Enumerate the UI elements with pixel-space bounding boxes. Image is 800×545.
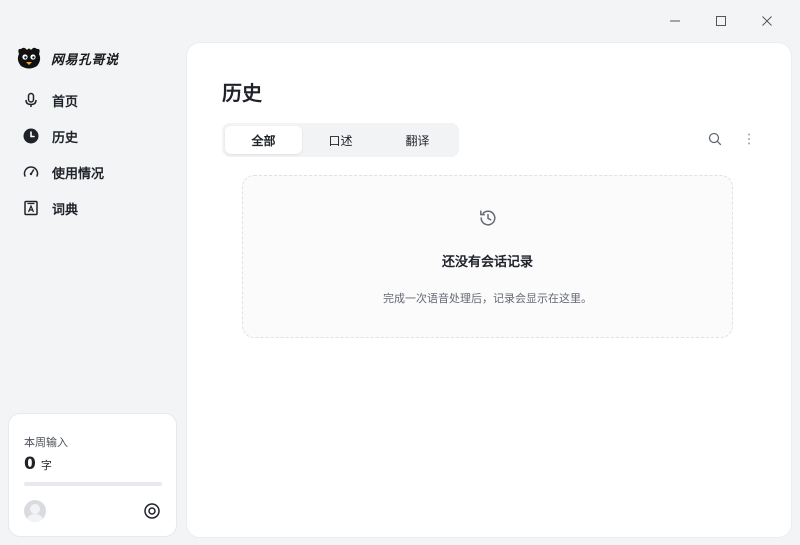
toolbar	[707, 131, 757, 147]
close-icon	[762, 16, 772, 26]
settings-button[interactable]	[143, 502, 161, 520]
sidebar-item-usage[interactable]: 使用情况	[14, 154, 174, 190]
usage-title: 本周输入	[24, 436, 68, 449]
search-button[interactable]	[707, 131, 723, 147]
sidebar-item-label: 首页	[52, 94, 79, 110]
history-icon	[480, 210, 496, 226]
sidebar-item-label: 历史	[52, 130, 79, 146]
avatar[interactable]	[24, 500, 46, 522]
history-tabs: 全部 口述 翻译	[222, 123, 459, 157]
more-vertical-icon	[748, 133, 750, 145]
usage-card: 本周输入 0 字	[8, 413, 177, 537]
tab-all[interactable]: 全部	[225, 126, 302, 154]
microphone-icon	[22, 91, 40, 109]
sidebar-item-home[interactable]: 首页	[14, 82, 174, 118]
usage-count: 0 字	[24, 454, 52, 474]
page-title: 历史	[222, 81, 262, 105]
empty-description: 完成一次语音处理后，记录会显示在这里。	[383, 292, 592, 305]
close-button[interactable]	[744, 8, 790, 34]
empty-state: 还没有会话记录 完成一次语音处理后，记录会显示在这里。	[242, 175, 733, 338]
search-icon	[708, 132, 722, 146]
empty-title: 还没有会话记录	[441, 255, 533, 270]
maximize-button[interactable]	[698, 8, 744, 34]
minimize-icon	[670, 20, 680, 22]
more-button[interactable]	[741, 131, 757, 147]
app-logo-icon	[17, 47, 41, 69]
usage-unit: 字	[40, 459, 52, 472]
dictionary-icon	[22, 199, 40, 217]
minimize-button[interactable]	[652, 8, 698, 34]
sidebar-item-history[interactable]: 历史	[14, 118, 174, 154]
maximize-icon	[716, 16, 726, 26]
main-panel: 历史 全部 口述 翻译 还没有会话记录 完成一次语音处理后，记录会显示在这里。	[186, 42, 792, 538]
usage-number: 0	[24, 454, 36, 474]
sidebar: 网易孔哥说 首页 历史 使用情况 词典 本周输入 0 字	[0, 0, 186, 545]
sidebar-item-label: 词典	[52, 202, 79, 218]
sidebar-item-label: 使用情况	[52, 166, 105, 182]
sidebar-nav: 首页 历史 使用情况 词典	[14, 82, 174, 226]
gauge-icon	[22, 163, 40, 181]
tab-dictation[interactable]: 口述	[302, 126, 379, 154]
clock-icon	[22, 127, 40, 145]
settings-icon	[144, 503, 160, 519]
usage-progress-bar	[24, 482, 162, 486]
app-name: 网易孔哥说	[51, 52, 119, 68]
tab-translation[interactable]: 翻译	[379, 126, 456, 154]
window-controls	[652, 8, 790, 34]
sidebar-item-dictionary[interactable]: 词典	[14, 190, 174, 226]
brand: 网易孔哥说	[15, 44, 119, 72]
